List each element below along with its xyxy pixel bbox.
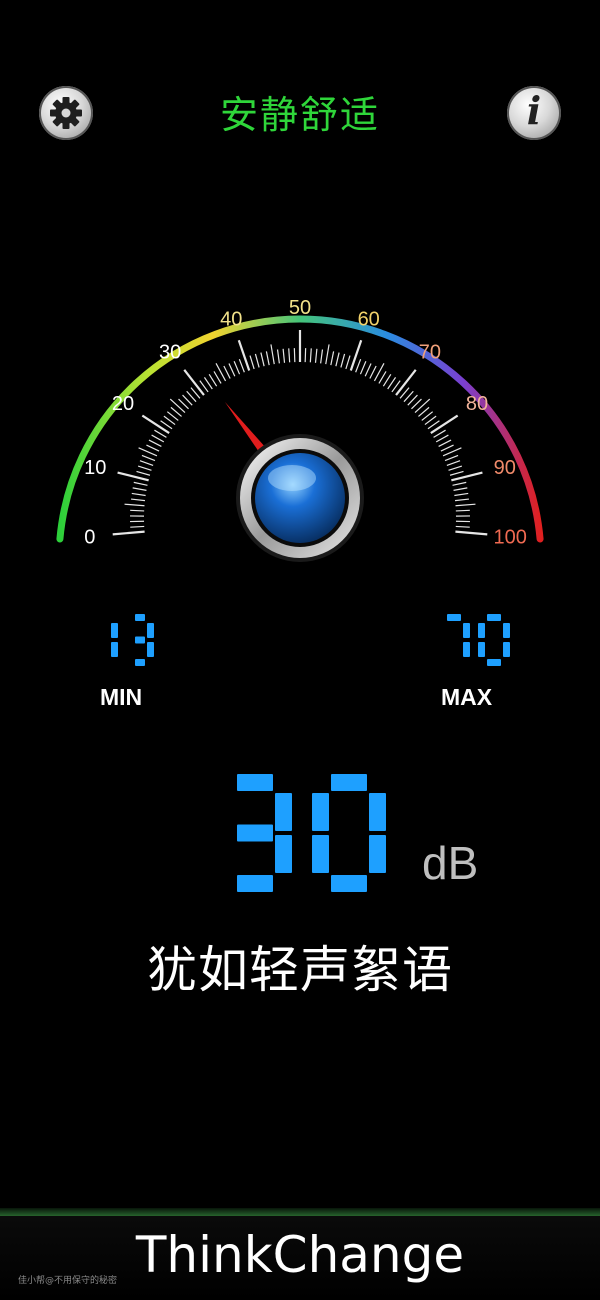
minor-tick xyxy=(130,498,146,502)
minor-tick xyxy=(124,503,145,507)
major-tick xyxy=(112,530,145,536)
sound-meter-gauge: 0 10 20 30 40 50 60 70 80 90 100 xyxy=(56,297,544,562)
minor-tick xyxy=(378,371,387,384)
minor-tick xyxy=(260,352,265,367)
minor-tick xyxy=(163,415,176,426)
minor-tick xyxy=(137,465,152,471)
minor-tick xyxy=(203,377,213,390)
major-tick xyxy=(237,339,251,371)
minor-tick xyxy=(132,487,147,491)
tick-label: 80 xyxy=(466,393,488,415)
tick-label: 100 xyxy=(494,526,527,548)
tick-label: 60 xyxy=(358,308,380,330)
minor-tick xyxy=(249,355,255,370)
minor-tick xyxy=(233,361,241,375)
minor-tick xyxy=(382,373,392,387)
lcd-digit xyxy=(478,614,510,666)
minor-tick xyxy=(455,525,470,528)
minor-tick xyxy=(148,439,162,447)
minor-tick xyxy=(139,460,154,466)
minor-tick xyxy=(146,444,160,452)
minor-tick xyxy=(387,377,397,390)
lcd-digit xyxy=(111,623,118,657)
minor-tick xyxy=(282,348,286,363)
lcd-digit xyxy=(237,774,292,892)
minor-tick xyxy=(228,363,236,377)
minor-tick xyxy=(364,363,372,377)
major-tick xyxy=(349,339,363,371)
current-db-display xyxy=(237,774,386,892)
minor-tick xyxy=(151,434,165,443)
max-value-display xyxy=(447,614,510,666)
minor-tick xyxy=(448,465,463,471)
lcd-digit xyxy=(312,774,386,892)
tick-label: 30 xyxy=(159,342,181,364)
minor-tick xyxy=(454,492,469,497)
minor-tick xyxy=(309,348,312,363)
lcd-digit xyxy=(447,614,470,657)
tick-label: 20 xyxy=(112,393,134,415)
minor-tick xyxy=(320,349,324,364)
minor-tick xyxy=(131,492,146,497)
minor-tick xyxy=(452,481,467,486)
minor-tick xyxy=(455,503,476,507)
minor-tick xyxy=(414,398,431,414)
noise-description: 犹如轻声絮语 xyxy=(147,941,453,999)
minor-tick xyxy=(265,351,270,366)
minor-tick xyxy=(288,348,291,363)
min-label: MIN xyxy=(100,684,143,710)
minor-tick xyxy=(335,352,340,367)
minor-tick xyxy=(446,460,461,466)
minor-tick xyxy=(270,344,275,365)
minor-tick xyxy=(133,481,148,486)
minor-tick xyxy=(355,358,362,373)
minor-tick xyxy=(444,454,459,462)
watermark: 佳小帮@不用保守的秘密 xyxy=(18,1276,118,1286)
minor-tick xyxy=(369,365,377,379)
minor-tick xyxy=(169,398,186,414)
tick-label: 50 xyxy=(289,297,311,319)
tick-label: 10 xyxy=(84,457,106,479)
minor-tick xyxy=(276,349,280,364)
tick-label: 90 xyxy=(494,457,516,479)
minor-tick xyxy=(141,454,156,462)
minor-tick xyxy=(130,525,145,528)
minor-tick xyxy=(449,470,464,476)
lcd-digit xyxy=(135,614,154,666)
min-value-display xyxy=(111,614,154,666)
minor-tick xyxy=(208,373,218,387)
minor-tick xyxy=(440,444,454,452)
minor-tick xyxy=(340,353,346,368)
minor-tick xyxy=(454,498,470,502)
minor-tick xyxy=(345,355,351,370)
minor-tick xyxy=(314,348,318,363)
tick-label: 70 xyxy=(419,342,441,364)
tick-label: 40 xyxy=(220,308,242,330)
info-button[interactable]: i xyxy=(507,86,561,140)
hub-highlight xyxy=(268,465,316,491)
db-unit-label: dB xyxy=(422,837,479,889)
minor-tick xyxy=(330,351,335,366)
minor-tick xyxy=(438,439,452,447)
info-icon: i xyxy=(526,88,542,133)
minor-tick xyxy=(435,434,449,443)
minor-tick xyxy=(453,487,468,491)
tick-label: 0 xyxy=(84,526,95,548)
minor-tick xyxy=(359,361,367,375)
minor-tick xyxy=(238,358,245,373)
major-tick xyxy=(455,530,488,536)
minor-tick xyxy=(325,344,330,365)
max-label: MAX xyxy=(441,684,493,710)
minor-tick xyxy=(223,365,231,379)
minor-tick xyxy=(424,415,437,426)
minor-tick xyxy=(136,470,151,476)
minor-tick xyxy=(254,353,260,368)
minor-tick xyxy=(130,509,145,512)
minor-tick xyxy=(455,509,470,512)
minor-tick xyxy=(213,371,222,384)
